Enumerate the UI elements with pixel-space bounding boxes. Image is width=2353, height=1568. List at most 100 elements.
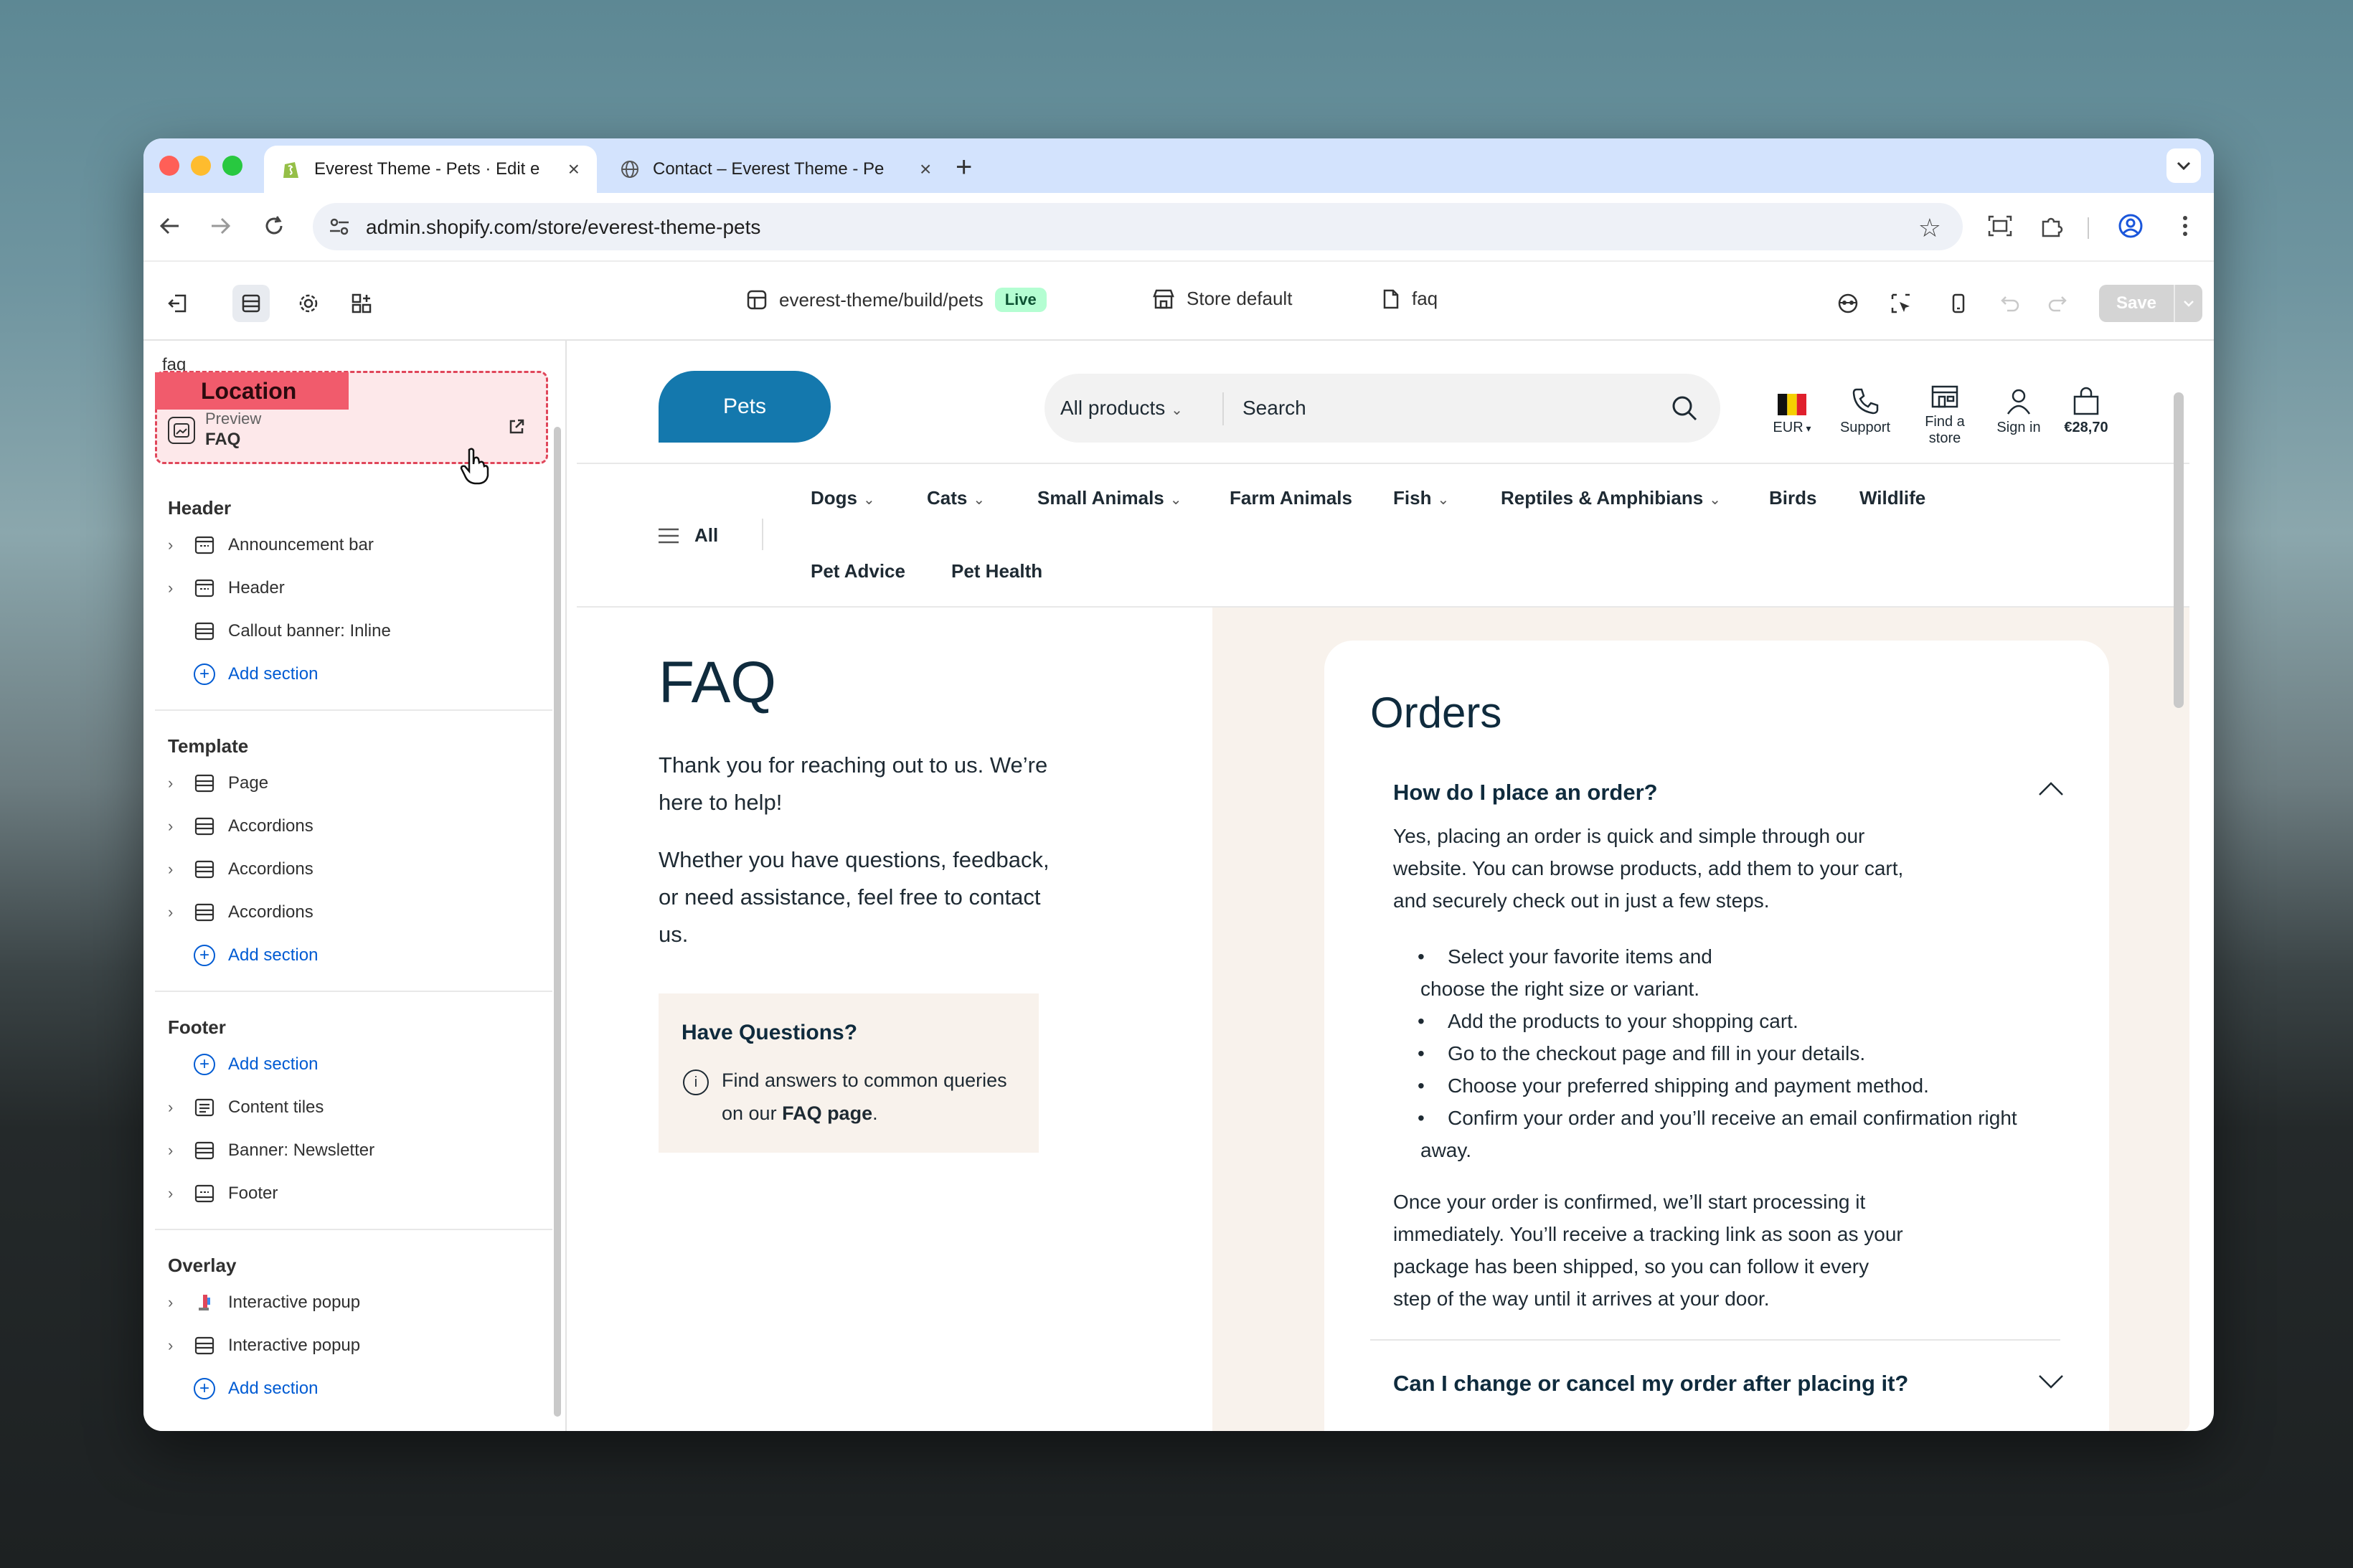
nav-item-wildlife[interactable]: Wildlife [1859,487,1925,509]
reload-icon[interactable] [257,209,291,243]
add-section-button-overlay[interactable]: + Add section [168,1372,318,1405]
profile-avatar-icon[interactable] [2113,209,2148,243]
sidebar-item-accordions[interactable]: › Accordions [168,896,313,929]
site-settings-icon[interactable] [327,214,352,242]
preview-page-link[interactable]: FAQ [205,430,240,450]
sidebar-item-content-tiles[interactable]: › Content tiles [168,1091,324,1124]
nav-item-pet-health[interactable]: Pet Health [951,560,1042,582]
redo-icon[interactable] [2039,285,2076,322]
faq-page-link[interactable]: FAQ page [782,1102,872,1124]
store-search-bar[interactable]: All products ⌄ Search [1045,374,1720,443]
exit-icon[interactable] [159,285,197,322]
nav-item-small-animals[interactable]: Small Animals ⌄ [1037,487,1182,509]
back-arrow-icon[interactable] [152,209,187,243]
add-section-button-template[interactable]: + Add section [168,939,318,972]
chevron-right-icon[interactable]: › [168,860,194,879]
chevron-down-icon[interactable] [2037,1374,2065,1393]
nav-item-birds[interactable]: Birds [1769,487,1816,509]
search-icon[interactable] [1670,394,1699,426]
save-button[interactable]: Save [2099,285,2174,322]
sidebar-item-callout-banner[interactable]: Callout banner: Inline [168,615,391,648]
page-selector[interactable]: faq [1382,288,1438,310]
sidebar-item-accordions[interactable]: › Accordions [168,810,313,843]
theme-selector[interactable]: everest-theme/build/pets Live [746,288,1047,312]
chevron-right-icon[interactable]: › [168,536,194,554]
chevron-right-icon[interactable]: › [168,774,194,793]
sidebar-item-accordions[interactable]: › Accordions [168,853,313,886]
sections-icon[interactable] [232,285,270,322]
sidebar-item-interactive-popup[interactable]: › Interactive popup [168,1286,360,1319]
view-icon[interactable] [1829,285,1867,322]
cart-link[interactable]: €28,70 [2057,381,2115,436]
tab-everest-editor[interactable]: Everest Theme - Pets · Edit e × [264,146,597,193]
tab-contact[interactable]: Contact – Everest Theme - Pe × [603,146,1083,193]
all-menu-button[interactable]: All [657,524,718,547]
add-section-button-header[interactable]: + Add section [168,658,318,691]
store-logo[interactable]: Pets [659,371,831,443]
find-store-link[interactable]: Find a store [1913,375,1977,447]
section-icon [194,816,215,837]
sidebar-item-header[interactable]: › Header [168,572,285,605]
nav-item-farm-animals[interactable]: Farm Animals [1230,487,1352,509]
chevron-right-icon[interactable]: › [168,579,194,598]
plus-circle-icon: + [194,663,215,685]
nav-item-pet-advice[interactable]: Pet Advice [811,560,905,582]
maximize-window-button[interactable] [222,156,242,176]
bookmark-star-icon[interactable]: ☆ [1918,213,1941,243]
new-tab-button[interactable]: + [956,151,972,184]
sign-in-link[interactable]: Sign in [1989,381,2049,436]
list-item-text: Add the products to your shopping cart. [1448,1010,1798,1032]
accordion-question[interactable]: Can I change or cancel my order after pl… [1393,1371,1908,1397]
nav-item-dogs[interactable]: Dogs ⌄ [811,487,875,509]
screen-capture-icon[interactable] [1983,209,2017,243]
sidebar-scrollbar[interactable] [554,427,561,1417]
add-section-button-footer[interactable]: + Add section [168,1048,318,1081]
browser-menu-icon[interactable] [2168,209,2202,243]
chevron-right-icon[interactable]: › [168,1098,194,1117]
chevron-right-icon[interactable]: › [168,817,194,836]
close-tab-icon[interactable]: × [568,158,580,181]
sidebar-item-footer[interactable]: › Footer [168,1177,278,1210]
inspector-icon[interactable] [1882,285,1920,322]
address-bar[interactable]: admin.shopify.com/store/everest-theme-pe… [313,203,1963,250]
sidebar-item-label: Accordions [228,902,313,922]
close-window-button[interactable] [159,156,179,176]
gear-icon[interactable] [290,285,327,322]
chevron-up-icon[interactable] [2037,781,2065,800]
section-footer-icon [194,1183,215,1204]
nav-item-reptiles-amphibians[interactable]: Reptiles & Amphibians ⌄ [1501,487,1721,509]
sidebar-item-page[interactable]: › Page [168,767,268,800]
extensions-puzzle-icon[interactable] [2034,209,2069,243]
search-input[interactable]: Search [1242,397,1306,420]
chevron-right-icon[interactable]: › [168,1141,194,1160]
chevron-right-icon[interactable]: › [168,1184,194,1203]
chevron-right-icon[interactable]: › [168,1336,194,1355]
chevron-right-icon[interactable]: › [168,903,194,922]
accordion-divider [1370,1339,2060,1341]
preview-scrollbar[interactable] [2174,392,2184,708]
mobile-preview-icon[interactable] [1940,285,1977,322]
page-title: FAQ [659,650,777,715]
preview-image-icon [168,417,195,444]
store-default-selector[interactable]: Store default [1152,288,1292,310]
save-options-chevron-icon[interactable] [2174,285,2202,322]
minimize-window-button[interactable] [191,156,211,176]
sidebar-item-interactive-popup[interactable]: › Interactive popup [168,1329,360,1362]
nav-item-cats[interactable]: Cats ⌄ [927,487,985,509]
close-tab-icon[interactable]: × [920,158,931,181]
sidebar-item-announcement-bar[interactable]: › Announcement bar [168,529,374,562]
forward-arrow-icon[interactable] [204,209,238,243]
storefront-preview: Pets All products ⌄ Search EUR ▾ Support… [577,349,2189,1431]
support-link[interactable]: Support [1829,381,1901,436]
apps-icon[interactable] [343,285,380,322]
currency-selector[interactable]: EUR ▾ [1772,381,1812,436]
chevron-right-icon[interactable]: › [168,1293,194,1312]
search-category-select[interactable]: All products ⌄ [1060,397,1183,420]
tab-search-chevron-icon[interactable] [2166,148,2201,183]
undo-icon[interactable] [1991,285,2029,322]
sidebar-item-banner-newsletter[interactable]: › Banner: Newsletter [168,1134,374,1167]
accordion-question[interactable]: How do I place an order? [1393,780,1658,806]
chevron-down-icon: ⌄ [863,492,875,508]
nav-item-fish[interactable]: Fish ⌄ [1393,487,1449,509]
external-link-icon[interactable] [508,418,525,439]
